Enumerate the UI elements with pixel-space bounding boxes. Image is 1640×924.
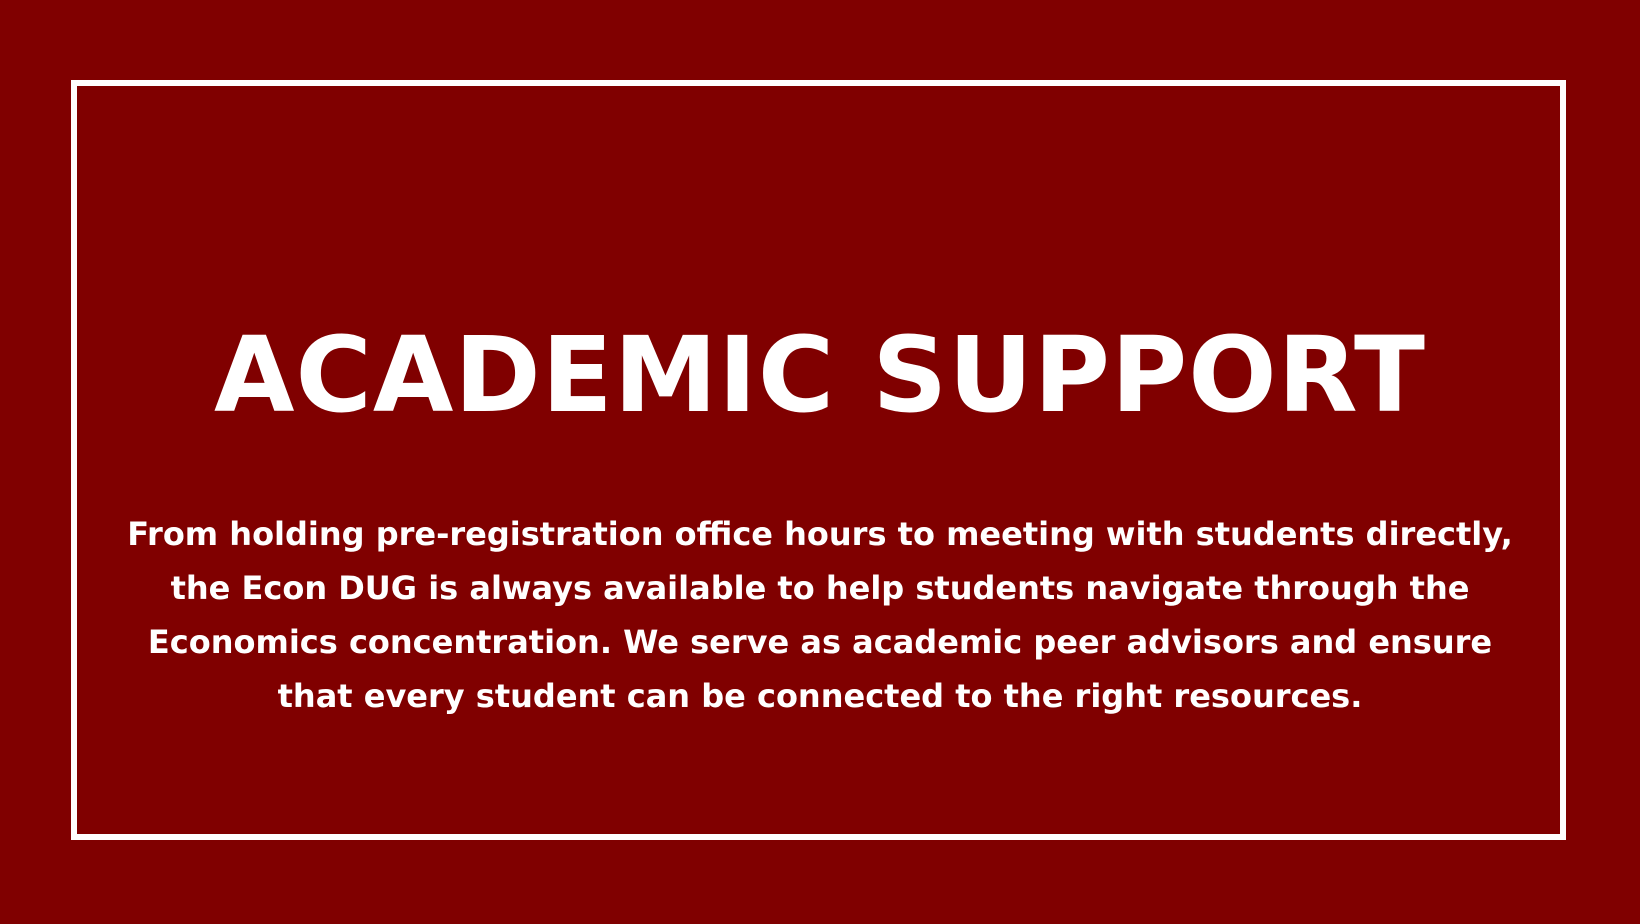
description-line: From holding pre-registration office hou… bbox=[127, 515, 1513, 553]
description-paragraph: From holding pre-registration office hou… bbox=[0, 507, 1640, 723]
description-line: Economics concentration. We serve as aca… bbox=[147, 623, 1493, 661]
white-border-frame bbox=[71, 80, 1566, 840]
page-title: ACADEMIC SUPPORT bbox=[214, 314, 1426, 436]
description-line: that every student can be connected to t… bbox=[277, 677, 1363, 715]
description-line: the Econ DUG is always available to help… bbox=[170, 569, 1470, 607]
